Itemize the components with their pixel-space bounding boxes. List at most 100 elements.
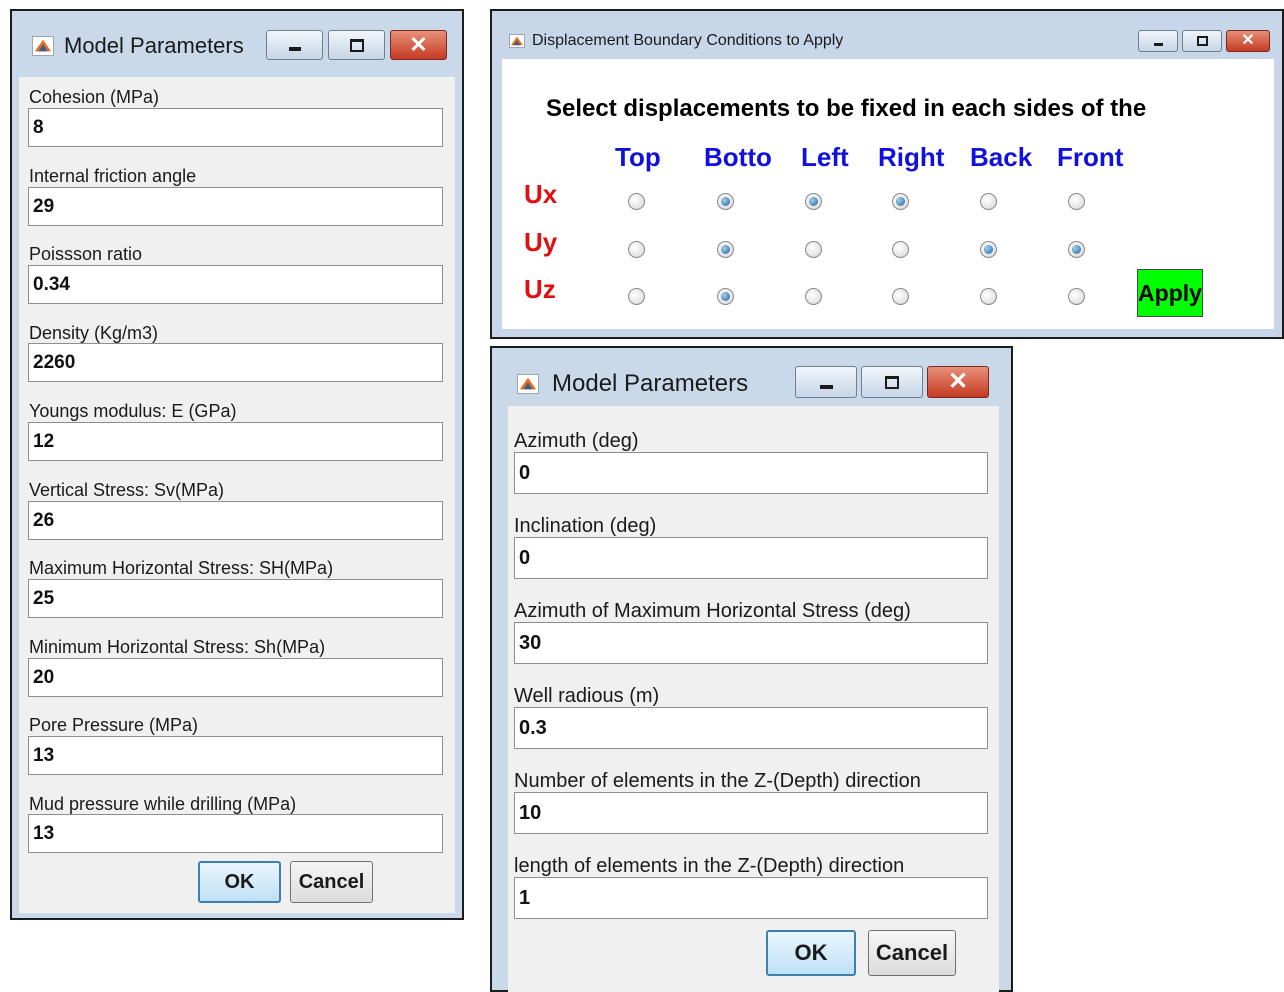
- model-parameters-window-left: Model Parameters ✕ Cohesion (MPa) Intern…: [10, 9, 464, 920]
- length-of-elements-input[interactable]: [514, 877, 988, 919]
- field-label: Density (Kg/m3): [29, 323, 159, 343]
- row-header-uz: Uz: [524, 274, 556, 304]
- radio-uy-top[interactable]: [628, 241, 645, 258]
- minimize-button[interactable]: [795, 366, 857, 398]
- radio-ux-top[interactable]: [628, 193, 645, 210]
- matlab-icon: [517, 374, 539, 394]
- model-parameters-window-right: Model Parameters ✕ Azimuth (deg) Inclina…: [490, 346, 1013, 992]
- maximize-button[interactable]: [328, 30, 385, 60]
- vertical-stress-input[interactable]: [28, 501, 443, 540]
- field-label: Azimuth (deg): [514, 430, 639, 452]
- field-label: Youngs modulus: E (GPa): [29, 401, 237, 421]
- ok-button[interactable]: OK: [766, 930, 856, 976]
- maximize-button[interactable]: [1182, 30, 1222, 52]
- window-title: Displacement Boundary Conditions to Appl…: [532, 32, 844, 49]
- maximize-icon: [349, 38, 364, 52]
- maximize-button[interactable]: [861, 366, 923, 398]
- title-bar[interactable]: Model Parameters ✕: [492, 348, 1011, 406]
- radio-uy-back[interactable]: [980, 241, 997, 258]
- minimize-button[interactable]: [266, 30, 323, 60]
- close-button[interactable]: ✕: [1226, 30, 1270, 52]
- radio-ux-front[interactable]: [1068, 193, 1085, 210]
- field-label: Vertical Stress: Sv(MPa): [29, 480, 225, 500]
- radio-uy-right[interactable]: [892, 241, 909, 258]
- maximize-icon: [1196, 36, 1208, 46]
- field-label: Azimuth of Maximum Horizontal Stress (de…: [514, 600, 911, 622]
- radio-uy-left[interactable]: [805, 241, 822, 258]
- cancel-button[interactable]: Cancel: [290, 861, 373, 903]
- inclination-input[interactable]: [514, 537, 988, 579]
- radio-uz-back[interactable]: [980, 288, 997, 305]
- window-title: Model Parameters: [64, 33, 244, 58]
- radio-uz-left[interactable]: [805, 288, 822, 305]
- radio-ux-back[interactable]: [980, 193, 997, 210]
- minimize-icon: [288, 47, 301, 51]
- cohesion-input[interactable]: [28, 108, 443, 147]
- column-header-right: Right: [878, 142, 945, 172]
- max-horizontal-stress-input[interactable]: [28, 579, 443, 618]
- column-header-front: Front: [1057, 142, 1124, 172]
- window-controls: ✕: [795, 366, 989, 398]
- window-controls: ✕: [1138, 30, 1270, 52]
- close-icon: ✕: [409, 32, 428, 57]
- window-content: Azimuth (deg) Inclination (deg) Azimuth …: [508, 406, 999, 992]
- title-bar[interactable]: Model Parameters ✕: [12, 11, 462, 77]
- ok-button[interactable]: OK: [198, 861, 281, 903]
- displacement-bc-window: Displacement Boundary Conditions to Appl…: [490, 9, 1284, 339]
- maximize-icon: [885, 375, 899, 389]
- radio-uz-top[interactable]: [628, 288, 645, 305]
- mud-pressure-input[interactable]: [28, 814, 443, 853]
- radio-uz-front[interactable]: [1068, 288, 1085, 305]
- radio-ux-left[interactable]: [805, 193, 822, 210]
- minimize-button[interactable]: [1138, 30, 1178, 52]
- radio-uy-front[interactable]: [1068, 241, 1085, 258]
- column-header-back: Back: [970, 142, 1033, 172]
- field-label: length of elements in the Z-(Depth) dire…: [514, 855, 905, 877]
- field-label: Poissson ratio: [29, 244, 143, 264]
- pore-pressure-input[interactable]: [28, 736, 443, 775]
- title-bar[interactable]: Displacement Boundary Conditions to Appl…: [492, 11, 1282, 59]
- matlab-icon: [509, 34, 525, 48]
- field-label: Pore Pressure (MPa): [29, 715, 199, 735]
- radio-uy-botto[interactable]: [717, 241, 734, 258]
- apply-button[interactable]: Apply: [1137, 269, 1203, 317]
- window-controls: ✕: [266, 30, 447, 60]
- column-header-left: Left: [801, 142, 849, 172]
- matlab-icon: [32, 36, 54, 56]
- well-radius-input[interactable]: [514, 707, 988, 749]
- radio-ux-botto[interactable]: [717, 193, 734, 210]
- poisson-ratio-input[interactable]: [28, 265, 443, 304]
- azimuth-max-horizontal-stress-input[interactable]: [514, 622, 988, 664]
- min-horizontal-stress-input[interactable]: [28, 658, 443, 697]
- azimuth-input[interactable]: [514, 452, 988, 494]
- density-input[interactable]: [28, 343, 443, 382]
- field-label: Mud pressure while drilling (MPa): [29, 794, 297, 814]
- cancel-button[interactable]: Cancel: [868, 930, 956, 976]
- column-header-top: Top: [615, 142, 661, 172]
- youngs-modulus-input[interactable]: [28, 422, 443, 461]
- field-label: Minimum Horizontal Stress: Sh(MPa): [29, 637, 326, 657]
- radio-ux-right[interactable]: [892, 193, 909, 210]
- minimize-icon: [819, 384, 833, 389]
- window-content: Select displacements to be fixed in each…: [502, 59, 1274, 329]
- field-label: Maximum Horizontal Stress: SH(MPa): [29, 558, 334, 578]
- row-header-uy: Uy: [524, 227, 558, 257]
- column-header-bottom: Botto: [704, 142, 772, 172]
- minimize-icon: [1153, 42, 1163, 46]
- close-button[interactable]: ✕: [390, 30, 447, 60]
- field-label: Well radious (m): [514, 685, 660, 707]
- window-title: Model Parameters: [552, 370, 749, 397]
- internal-friction-angle-input[interactable]: [28, 187, 443, 226]
- close-icon: ✕: [947, 368, 969, 395]
- radio-uz-right[interactable]: [892, 288, 909, 305]
- field-label: Cohesion (MPa): [29, 87, 160, 107]
- field-label: Inclination (deg): [514, 515, 657, 537]
- number-of-elements-input[interactable]: [514, 792, 988, 834]
- window-content: Cohesion (MPa) Internal friction angle P…: [19, 77, 455, 913]
- field-label: Number of elements in the Z-(Depth) dire…: [514, 770, 921, 792]
- instruction-heading: Select displacements to be fixed in each…: [546, 95, 1147, 122]
- row-header-ux: Ux: [524, 179, 558, 209]
- close-button[interactable]: ✕: [927, 366, 989, 398]
- radio-uz-botto[interactable]: [717, 288, 734, 305]
- close-icon: ✕: [1241, 32, 1255, 49]
